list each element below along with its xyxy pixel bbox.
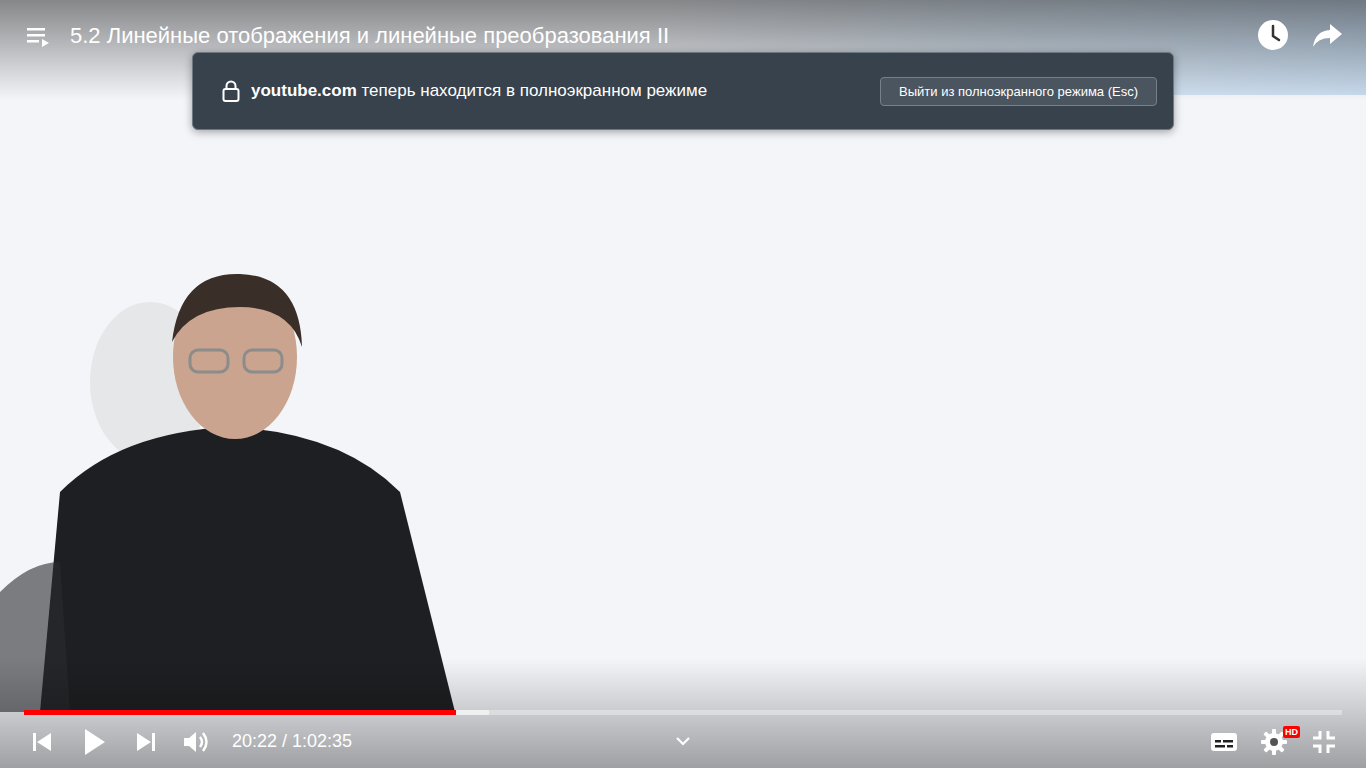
exit-fullscreen-button[interactable]: Выйти из полноэкранного режима (Esc)	[880, 77, 1157, 106]
lecturer-figure	[0, 262, 460, 712]
hd-badge: HD	[1283, 726, 1300, 738]
previous-icon[interactable]	[24, 724, 60, 760]
time-display: 20:22 / 1:02:35	[232, 731, 352, 752]
volume-icon[interactable]	[178, 724, 214, 760]
lock-icon	[221, 79, 241, 103]
share-icon[interactable]	[1310, 18, 1344, 52]
playlist-icon[interactable]	[24, 22, 52, 50]
video-player[interactable]: 5.2 Линейные отображения и линейные прео…	[0, 0, 1366, 768]
fullscreen-toast: youtube.com теперь находится в полноэкра…	[192, 52, 1174, 130]
subtitles-icon[interactable]	[1206, 724, 1242, 760]
clock-icon[interactable]	[1256, 18, 1290, 52]
settings-button[interactable]: HD	[1256, 724, 1292, 760]
video-title[interactable]: 5.2 Линейные отображения и линейные прео…	[70, 18, 669, 54]
next-icon[interactable]	[128, 724, 164, 760]
play-icon[interactable]	[74, 722, 114, 762]
controls-overlay: 20:22 / 1:02:35 HD	[0, 658, 1366, 768]
played-fill	[24, 710, 456, 715]
progress-bar[interactable]	[24, 710, 1342, 715]
chevron-down-icon[interactable]	[671, 729, 695, 753]
exit-fullscreen-icon[interactable]	[1306, 724, 1342, 760]
toast-message: youtube.com теперь находится в полноэкра…	[251, 81, 870, 101]
